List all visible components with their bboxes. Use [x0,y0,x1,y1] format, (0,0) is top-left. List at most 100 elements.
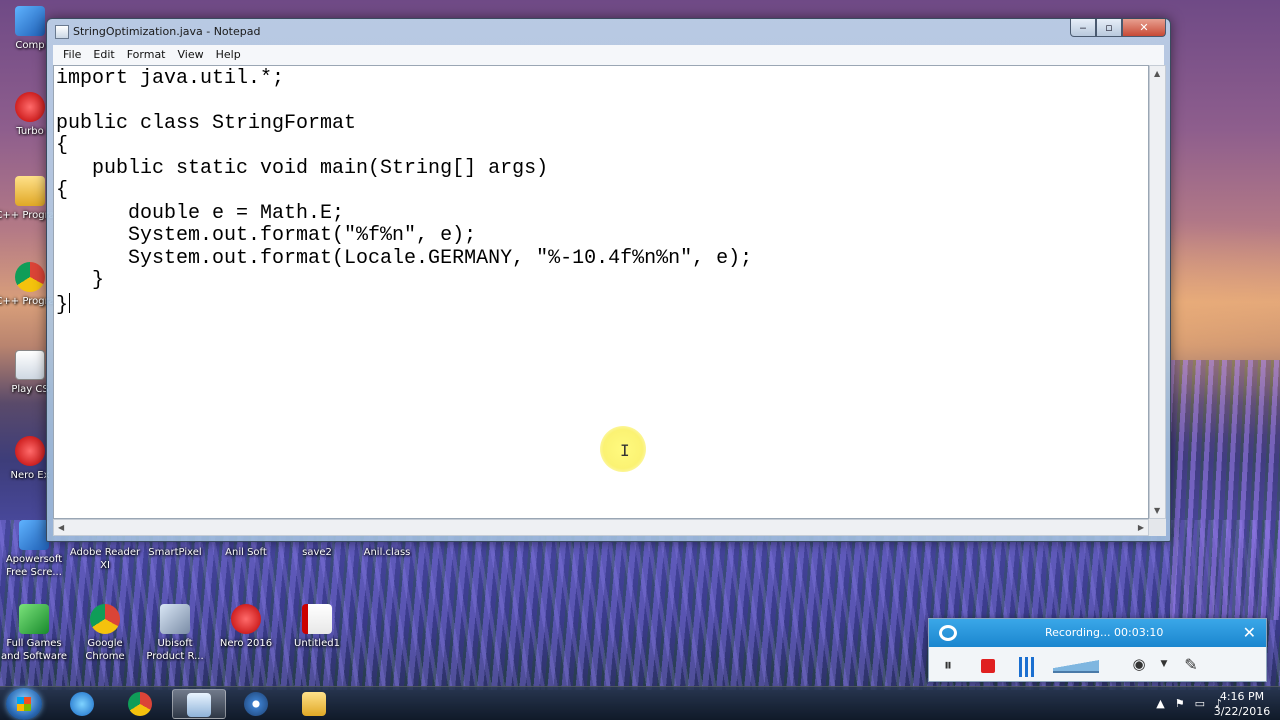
desktop-icon-label: Play CS [11,384,49,395]
taskbar-internet-explorer[interactable] [56,689,110,719]
taskbar-clock[interactable]: 4:16 PM 3/22/2016 [1212,689,1272,719]
desktop-icon-label: Full Games and Software [0,638,68,662]
code-line: { [56,179,69,202]
window-title: StringOptimization.java - Notepad [73,25,261,38]
volume-slider[interactable] [1053,659,1099,673]
ie-icon [70,692,94,716]
chevron-down-icon[interactable]: ▼ [1159,659,1169,679]
ibeam-cursor-icon: I [620,441,630,460]
window-controls: ‒ ▫ ✕ [1070,19,1166,37]
desktop-icon-smartpixel[interactable]: SmartPixel [139,546,211,559]
desktop-icon-label: Apowersoft Free Scre... [5,554,63,578]
desktop-icon-nero-2016[interactable]: Nero 2016 [210,604,282,650]
chrome-icon [15,262,45,292]
scroll-right-icon[interactable]: ▶ [1138,523,1144,532]
chrome-icon [128,692,152,716]
pause-icon[interactable]: ⏸ [941,655,955,675]
ubisoft-icon [160,604,190,634]
minimize-button[interactable]: ‒ [1070,19,1096,37]
desktop-icon-adobe-reader[interactable]: Adobe Reader XI [69,546,141,572]
desktop-icon-label: Nero Ex [10,470,50,481]
chrome-icon [90,604,120,634]
code-line: public class StringFormat [56,112,357,135]
menu-file[interactable]: File [57,45,87,65]
code-line-last: } [56,293,71,317]
maximize-button[interactable]: ▫ [1096,19,1122,37]
code-line: System.out.format(Locale.GERMANY, "%-10.… [56,247,753,270]
computer-icon [15,6,45,36]
code-line: { [56,134,69,157]
desktop-icon-label: Nero 2016 [219,638,273,649]
desktop-icon-label: save2 [302,547,332,558]
recording-status: Recording... 00:03:10 [1045,626,1164,639]
desktop-icon-label: Comp [15,40,45,51]
menu-view[interactable]: View [172,45,210,65]
arc-icon [244,692,268,716]
start-button[interactable] [6,688,42,720]
wallpaper-field-right [1170,360,1280,620]
menu-format[interactable]: Format [121,45,172,65]
recorder-toolbar: ⏸ ◉ ▼ ✎ [929,647,1266,683]
scroll-left-icon[interactable]: ◀ [58,523,64,532]
webcam-icon[interactable]: ◉ [1129,655,1149,675]
pen-icon[interactable]: ✎ [1181,655,1201,675]
turbo-icon [15,92,45,122]
desktop-icon-save2[interactable]: save2 [281,546,353,559]
desktop-icon-label: Anil Soft [225,547,267,558]
network-icon[interactable]: ▭ [1195,697,1205,710]
desktop-icon-google-chrome[interactable]: Google Chrome [69,604,141,663]
screen-recorder-panel[interactable]: Recording... 00:03:10 ✕ ⏸ ◉ ▼ ✎ [928,618,1267,682]
scroll-up-icon[interactable]: ▲ [1154,69,1160,78]
audio-bars-icon[interactable] [1019,657,1035,677]
code-line: System.out.format("%f%n", e); [56,224,477,247]
code-line: double e = Math.E; [56,202,345,225]
desktop-icon-label: Google Chrome [85,638,125,662]
taskbar-explorer[interactable] [288,689,342,719]
recorder-header: Recording... 00:03:10 ✕ [929,619,1266,647]
folder-icon [302,692,326,716]
desktop-icon-anil-class[interactable]: Anil.class [351,546,423,559]
taskbar-arc[interactable] [230,689,284,719]
scroll-down-icon[interactable]: ▼ [1154,506,1160,515]
stop-icon[interactable] [981,659,995,673]
nero-icon [15,436,45,466]
menu-edit[interactable]: Edit [87,45,120,65]
menu-help[interactable]: Help [210,45,247,65]
desktop-icon-label: Untitled1 [294,638,340,649]
action-center-icon[interactable]: ⚑ [1175,697,1185,710]
desktop-icon-untitled1[interactable]: Untitled1 [281,604,353,650]
taskbar-chrome[interactable] [114,689,168,719]
document-icon [302,604,332,634]
taskbar-notepad[interactable] [172,689,226,719]
desktop-icon-anil-soft[interactable]: Anil Soft [210,546,282,559]
folder-icon [15,176,45,206]
code-line: import java.util.*; [56,67,285,90]
notepad-icon [187,693,211,717]
shortcut-icon [15,350,45,380]
taskbar: ▲ ⚑ ▭ ♪ 4:16 PM 3/22/2016 [0,686,1280,720]
desktop-icon-label: SmartPixel [148,547,202,558]
desktop-icon-label: Ubisoft Product R... [146,638,204,662]
show-hidden-icons-icon[interactable]: ▲ [1156,697,1164,710]
resize-grip[interactable] [1149,519,1166,536]
vertical-scrollbar[interactable]: ▲ ▼ [1149,65,1166,519]
desktop-icon-label: Adobe Reader XI [69,547,141,571]
menu-bar: File Edit Format View Help [53,45,1164,65]
nero-icon [231,604,261,634]
notepad-icon [55,25,69,39]
close-button[interactable]: ✕ [1122,19,1166,37]
clock-time: 4:16 PM [1219,690,1265,703]
clock-date: 3/22/2016 [1213,705,1271,718]
title-bar[interactable]: StringOptimization.java - Notepad ‒ ▫ ✕ [47,19,1170,45]
desktop-icon-label: Anil.class [363,547,411,558]
desktop-icon-ubisoft[interactable]: Ubisoft Product R... [139,604,211,663]
desktop-icon-label: Turbo [16,126,44,137]
horizontal-scrollbar[interactable]: ◀ ▶ [53,519,1149,536]
recorder-close-button[interactable]: ✕ [1243,623,1256,642]
code-line: public static void main(String[] args) [56,157,549,180]
code-line: } [56,269,105,292]
desktop-icon-full-games[interactable]: Full Games and Software [0,604,70,663]
games-icon [19,604,49,634]
code-line-text: } [56,294,69,317]
text-caret [69,293,71,313]
